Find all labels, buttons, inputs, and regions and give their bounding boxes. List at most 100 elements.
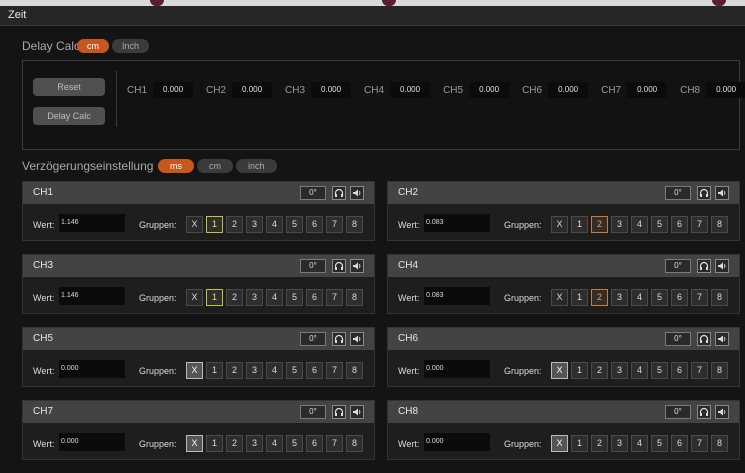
group-6-button[interactable]: 6 xyxy=(306,216,323,233)
group-6-button[interactable]: 6 xyxy=(306,362,323,379)
group-7-button[interactable]: 7 xyxy=(326,362,343,379)
group-2-button[interactable]: 2 xyxy=(226,362,243,379)
speaker-icon[interactable] xyxy=(715,259,729,273)
unit-inch-button[interactable]: Inch xyxy=(112,39,150,53)
group-4-button[interactable]: 4 xyxy=(631,289,648,306)
unit-inch-button[interactable]: inch xyxy=(236,159,277,173)
delay-value-input[interactable]: 1.146 xyxy=(59,214,125,232)
group-3-button[interactable]: 3 xyxy=(246,216,263,233)
group-7-button[interactable]: 7 xyxy=(691,362,708,379)
group-8-button[interactable]: 8 xyxy=(711,362,728,379)
group-7-button[interactable]: 7 xyxy=(691,289,708,306)
group-none-button[interactable]: X xyxy=(186,289,203,306)
channel-distance-input[interactable]: 0.000 xyxy=(706,82,745,98)
group-5-button[interactable]: 5 xyxy=(286,289,303,306)
group-4-button[interactable]: 4 xyxy=(631,362,648,379)
unit-cm-button[interactable]: cm xyxy=(77,39,109,53)
group-3-button[interactable]: 3 xyxy=(246,362,263,379)
group-2-button[interactable]: 2 xyxy=(226,289,243,306)
delay-value-input[interactable]: 0.000 xyxy=(424,360,490,378)
group-1-button[interactable]: 1 xyxy=(206,216,223,233)
channel-distance-input[interactable]: 0.000 xyxy=(627,82,668,98)
headphone-icon[interactable] xyxy=(697,259,711,273)
headphone-icon[interactable] xyxy=(697,186,711,200)
group-5-button[interactable]: 5 xyxy=(651,289,668,306)
group-1-button[interactable]: 1 xyxy=(206,362,223,379)
group-6-button[interactable]: 6 xyxy=(671,435,688,452)
group-none-button[interactable]: X xyxy=(186,362,203,379)
channel-distance-input[interactable]: 0.000 xyxy=(390,82,431,98)
channel-distance-input[interactable]: 0.000 xyxy=(548,82,589,98)
unit-cm-button[interactable]: cm xyxy=(197,159,233,173)
group-6-button[interactable]: 6 xyxy=(671,216,688,233)
delay-value-input[interactable]: 0.000 xyxy=(59,433,125,451)
group-8-button[interactable]: 8 xyxy=(346,289,363,306)
delay-value-input[interactable]: 0.000 xyxy=(59,360,125,378)
speaker-icon[interactable] xyxy=(715,186,729,200)
group-8-button[interactable]: 8 xyxy=(346,435,363,452)
group-7-button[interactable]: 7 xyxy=(326,216,343,233)
delay-value-input[interactable]: 0.083 xyxy=(424,287,490,305)
group-4-button[interactable]: 4 xyxy=(631,435,648,452)
speaker-icon[interactable] xyxy=(715,405,729,419)
group-5-button[interactable]: 5 xyxy=(651,362,668,379)
group-7-button[interactable]: 7 xyxy=(326,289,343,306)
group-4-button[interactable]: 4 xyxy=(266,362,283,379)
group-7-button[interactable]: 7 xyxy=(691,216,708,233)
group-5-button[interactable]: 5 xyxy=(286,435,303,452)
group-2-button[interactable]: 2 xyxy=(226,435,243,452)
group-none-button[interactable]: X xyxy=(551,216,568,233)
headphone-icon[interactable] xyxy=(332,259,346,273)
group-3-button[interactable]: 3 xyxy=(611,362,628,379)
delay-value-input[interactable]: 0.083 xyxy=(424,214,490,232)
phase-button[interactable]: 0° xyxy=(300,405,326,419)
group-3-button[interactable]: 3 xyxy=(246,289,263,306)
group-5-button[interactable]: 5 xyxy=(651,435,668,452)
group-2-button[interactable]: 2 xyxy=(591,435,608,452)
channel-distance-input[interactable]: 0.000 xyxy=(232,82,273,98)
group-2-button[interactable]: 2 xyxy=(591,216,608,233)
group-8-button[interactable]: 8 xyxy=(711,289,728,306)
phase-button[interactable]: 0° xyxy=(300,186,326,200)
headphone-icon[interactable] xyxy=(332,332,346,346)
group-3-button[interactable]: 3 xyxy=(246,435,263,452)
speaker-icon[interactable] xyxy=(715,332,729,346)
delay-calc-button[interactable]: Delay Calc xyxy=(33,107,105,125)
group-none-button[interactable]: X xyxy=(186,216,203,233)
headphone-icon[interactable] xyxy=(332,405,346,419)
group-none-button[interactable]: X xyxy=(551,435,568,452)
group-4-button[interactable]: 4 xyxy=(266,289,283,306)
group-1-button[interactable]: 1 xyxy=(571,435,588,452)
delay-value-input[interactable]: 1.146 xyxy=(59,287,125,305)
speaker-icon[interactable] xyxy=(350,405,364,419)
group-6-button[interactable]: 6 xyxy=(671,362,688,379)
group-8-button[interactable]: 8 xyxy=(711,435,728,452)
unit-ms-button[interactable]: ms xyxy=(158,159,194,173)
phase-button[interactable]: 0° xyxy=(300,259,326,273)
speaker-icon[interactable] xyxy=(350,332,364,346)
speaker-icon[interactable] xyxy=(350,259,364,273)
group-5-button[interactable]: 5 xyxy=(651,216,668,233)
phase-button[interactable]: 0° xyxy=(665,332,691,346)
group-1-button[interactable]: 1 xyxy=(571,289,588,306)
headphone-icon[interactable] xyxy=(332,186,346,200)
group-5-button[interactable]: 5 xyxy=(286,362,303,379)
headphone-icon[interactable] xyxy=(697,332,711,346)
group-6-button[interactable]: 6 xyxy=(306,435,323,452)
group-7-button[interactable]: 7 xyxy=(326,435,343,452)
group-4-button[interactable]: 4 xyxy=(631,216,648,233)
group-3-button[interactable]: 3 xyxy=(611,289,628,306)
group-none-button[interactable]: X xyxy=(186,435,203,452)
channel-distance-input[interactable]: 0.000 xyxy=(153,82,194,98)
delay-value-input[interactable]: 0.000 xyxy=(424,433,490,451)
phase-button[interactable]: 0° xyxy=(665,186,691,200)
phase-button[interactable]: 0° xyxy=(665,405,691,419)
group-3-button[interactable]: 3 xyxy=(611,216,628,233)
speaker-icon[interactable] xyxy=(350,186,364,200)
channel-distance-input[interactable]: 0.000 xyxy=(311,82,352,98)
group-4-button[interactable]: 4 xyxy=(266,216,283,233)
headphone-icon[interactable] xyxy=(697,405,711,419)
group-2-button[interactable]: 2 xyxy=(591,362,608,379)
phase-button[interactable]: 0° xyxy=(665,259,691,273)
group-1-button[interactable]: 1 xyxy=(571,362,588,379)
